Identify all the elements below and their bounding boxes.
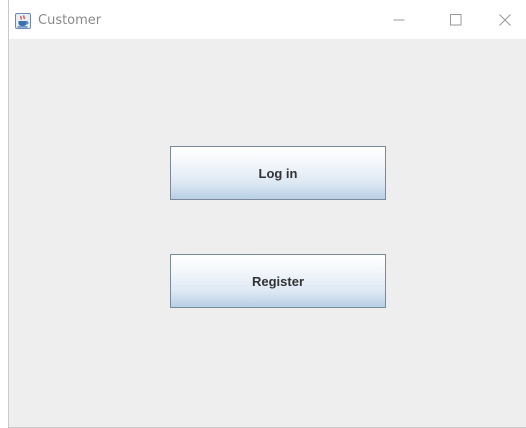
login-button[interactable]: Log in <box>170 146 386 200</box>
minimize-button[interactable] <box>376 0 422 39</box>
register-button[interactable]: Register <box>170 254 386 308</box>
minimize-icon <box>393 14 405 26</box>
customer-window: Customer Log in Register <box>8 0 526 428</box>
maximize-button[interactable] <box>433 0 479 39</box>
maximize-icon <box>450 13 462 26</box>
title-bar[interactable]: Customer <box>9 0 526 39</box>
close-button[interactable] <box>482 0 526 39</box>
content-pane: Log in Register <box>9 39 526 427</box>
java-cup-icon <box>15 13 31 29</box>
window-title: Customer <box>38 13 102 28</box>
close-icon <box>499 13 511 26</box>
